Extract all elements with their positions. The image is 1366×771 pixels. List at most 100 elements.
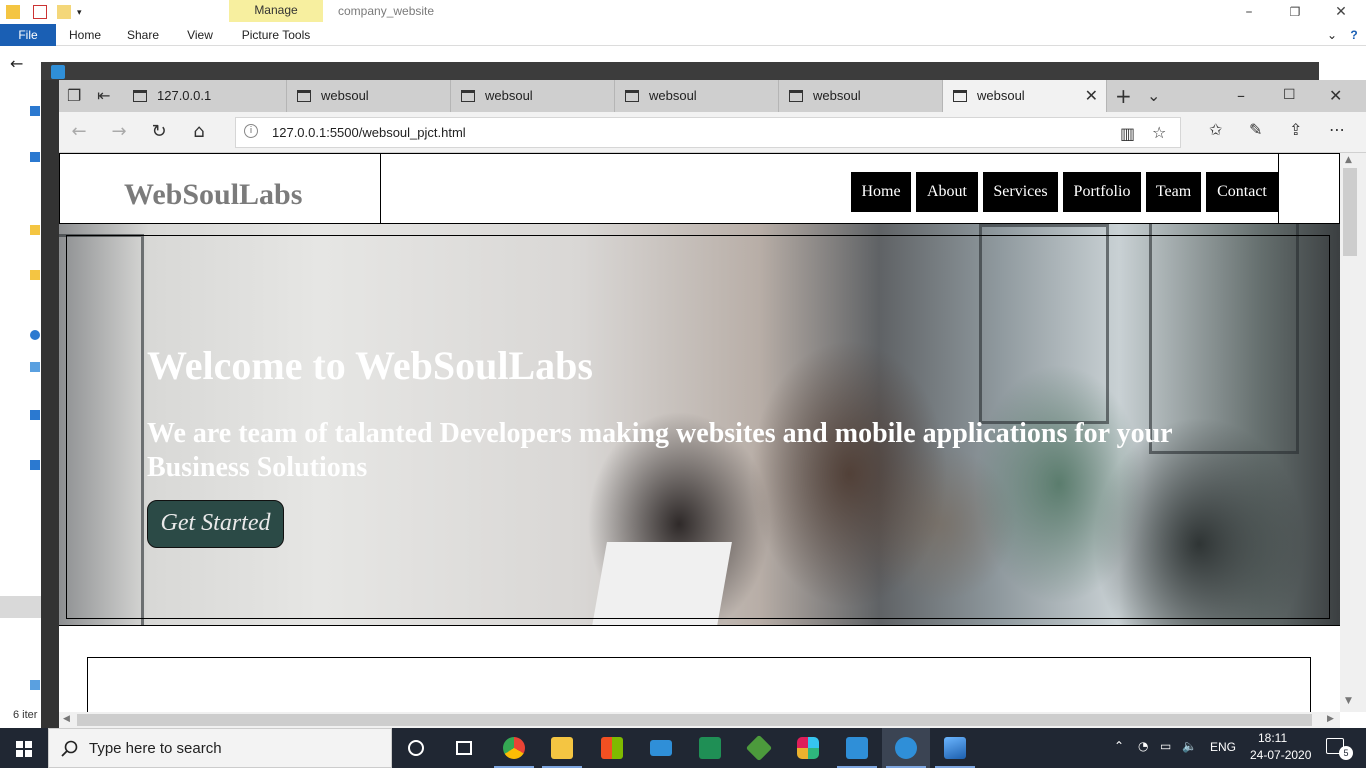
tab-1[interactable]: 127.0.0.1 [123,80,287,112]
forward-arrow-icon[interactable]: → [107,120,131,144]
volume-icon[interactable]: 🔈 [1182,739,1197,753]
home-tab[interactable]: Home [62,24,108,46]
start-button[interactable] [0,728,48,768]
taskbar-file-explorer[interactable] [538,728,586,768]
picture-tools-tab[interactable]: Picture Tools [233,24,319,46]
menu-about[interactable]: About [916,172,978,212]
scroll-up-icon[interactable]: ▲ [1345,155,1352,165]
home-icon[interactable]: ⌂ [187,120,211,144]
selected-nav-item[interactable] [0,596,42,618]
scroll-thumb[interactable] [77,714,1312,726]
taskbar-slack[interactable] [784,728,832,768]
task-view-button[interactable] [440,728,488,768]
set-tabs-aside-icon[interactable]: ⇤ [97,86,110,105]
taskbar-node[interactable] [735,728,783,768]
chevron-down-icon[interactable]: ⌄ [1147,86,1160,105]
this-pc-icon[interactable] [30,362,40,372]
site-logo[interactable]: WebSoulLabs [124,178,302,212]
page-viewport: WebSoulLabs Home About Services Portfoli… [59,153,1340,712]
scroll-down-icon[interactable]: ▼ [1345,696,1352,706]
more-options-icon[interactable]: ⋯ [1329,120,1345,139]
chrome-icon [503,737,525,759]
menu-services[interactable]: Services [983,172,1058,212]
new-folder-icon[interactable] [57,5,71,19]
folder-icon[interactable] [30,270,40,280]
network-icon[interactable]: ◔ [1138,739,1148,753]
favorites-icon[interactable]: ✩ [1209,120,1222,139]
scroll-left-icon[interactable]: ◀ [63,714,70,724]
close-icon[interactable]: ✕ [1318,2,1364,22]
close-icon[interactable]: ✕ [1329,86,1342,105]
menu-team[interactable]: Team [1146,172,1201,212]
folder-icon[interactable] [6,5,20,19]
drive-icon[interactable] [30,410,40,420]
vertical-scrollbar[interactable]: ▲ ▼ [1340,153,1366,712]
url-text[interactable]: 127.0.0.1:5500/websoul_pjct.html [272,125,466,140]
windows-logo-icon [16,741,32,757]
reading-view-icon[interactable]: ▥ [1120,124,1135,143]
item-count: 6 iter [13,709,38,721]
clock-time[interactable]: 18:11 [1258,731,1287,745]
help-icon[interactable]: ? [1344,24,1364,46]
taskbar-search[interactable]: Type here to search [48,728,392,768]
tab-3[interactable]: websoul [451,80,615,112]
folder-icon [551,737,573,759]
downloads-icon[interactable] [30,460,40,470]
menu-home[interactable]: Home [851,172,911,212]
pen-notes-icon[interactable]: ✎ [1249,120,1262,139]
tab-5[interactable]: websoul [779,80,943,112]
view-tab[interactable]: View [178,24,222,46]
tab-preview-icon[interactable]: ❐ [67,86,81,105]
taskbar-vscode[interactable] [833,728,881,768]
file-tab[interactable]: File [0,24,56,46]
new-tab-icon[interactable]: + [1115,84,1132,108]
maximize-icon[interactable]: ☐ [1283,87,1296,103]
share-icon[interactable]: ⇪ [1289,120,1302,139]
manage-tab[interactable]: Manage [229,0,323,22]
onedrive-icon[interactable] [30,330,40,340]
menu-contact[interactable]: Contact [1206,172,1278,212]
taskbar-chrome[interactable] [490,728,538,768]
chevron-up-icon[interactable]: ⌃ [1114,739,1124,753]
store-icon [601,737,623,759]
explorer-titlebar: ▾ Manage company_website – ❐ ✕ [0,0,1366,24]
search-icon [61,740,78,757]
language-indicator[interactable]: ENG [1210,740,1236,754]
scroll-thumb[interactable] [1343,168,1357,256]
address-bar[interactable]: i 127.0.0.1:5500/websoul_pjct.html ▥ ☆ [235,117,1181,148]
taskbar-edge[interactable] [882,728,930,768]
favorite-star-icon[interactable]: ☆ [1152,123,1166,142]
customize-dropdown-icon[interactable]: ▾ [77,5,91,19]
share-tab[interactable]: Share [120,24,166,46]
taskbar-mail[interactable] [637,728,685,768]
menu-portfolio[interactable]: Portfolio [1063,172,1141,212]
scroll-right-icon[interactable]: ▶ [1327,714,1334,724]
get-started-button[interactable]: Get Started [147,500,284,548]
restore-icon[interactable]: ❐ [1272,2,1318,22]
battery-icon[interactable]: ▭ [1160,739,1171,753]
properties-icon[interactable] [33,5,47,19]
tab-2[interactable]: websoul [287,80,451,112]
back-arrow-icon[interactable]: ← [10,54,23,73]
taskbar-photos[interactable] [931,728,979,768]
clock-date[interactable]: 24-07-2020 [1250,748,1311,762]
info-icon[interactable]: i [244,124,258,138]
expand-ribbon-icon[interactable]: ⌄ [1322,24,1342,46]
minimize-icon[interactable]: – [1226,2,1272,22]
tab-4[interactable]: websoul [615,80,779,112]
tab-label: websoul [321,88,369,103]
horizontal-scrollbar[interactable]: ◀ ▶ [59,712,1340,728]
refresh-icon[interactable]: ↻ [147,120,171,144]
tab-active[interactable]: websoul ✕ [943,80,1107,112]
page-icon [789,90,803,102]
close-tab-icon[interactable]: ✕ [1085,86,1098,105]
minimize-icon[interactable]: – [1237,86,1245,105]
downloads-icon[interactable] [30,152,40,162]
back-arrow-icon[interactable]: ← [67,120,91,144]
folder-icon[interactable] [30,225,40,235]
quick-access-icon[interactable] [30,106,40,116]
taskbar-app-green[interactable] [686,728,734,768]
cortana-button[interactable] [392,728,440,768]
taskbar-store[interactable] [588,728,636,768]
network-icon[interactable] [30,680,40,690]
